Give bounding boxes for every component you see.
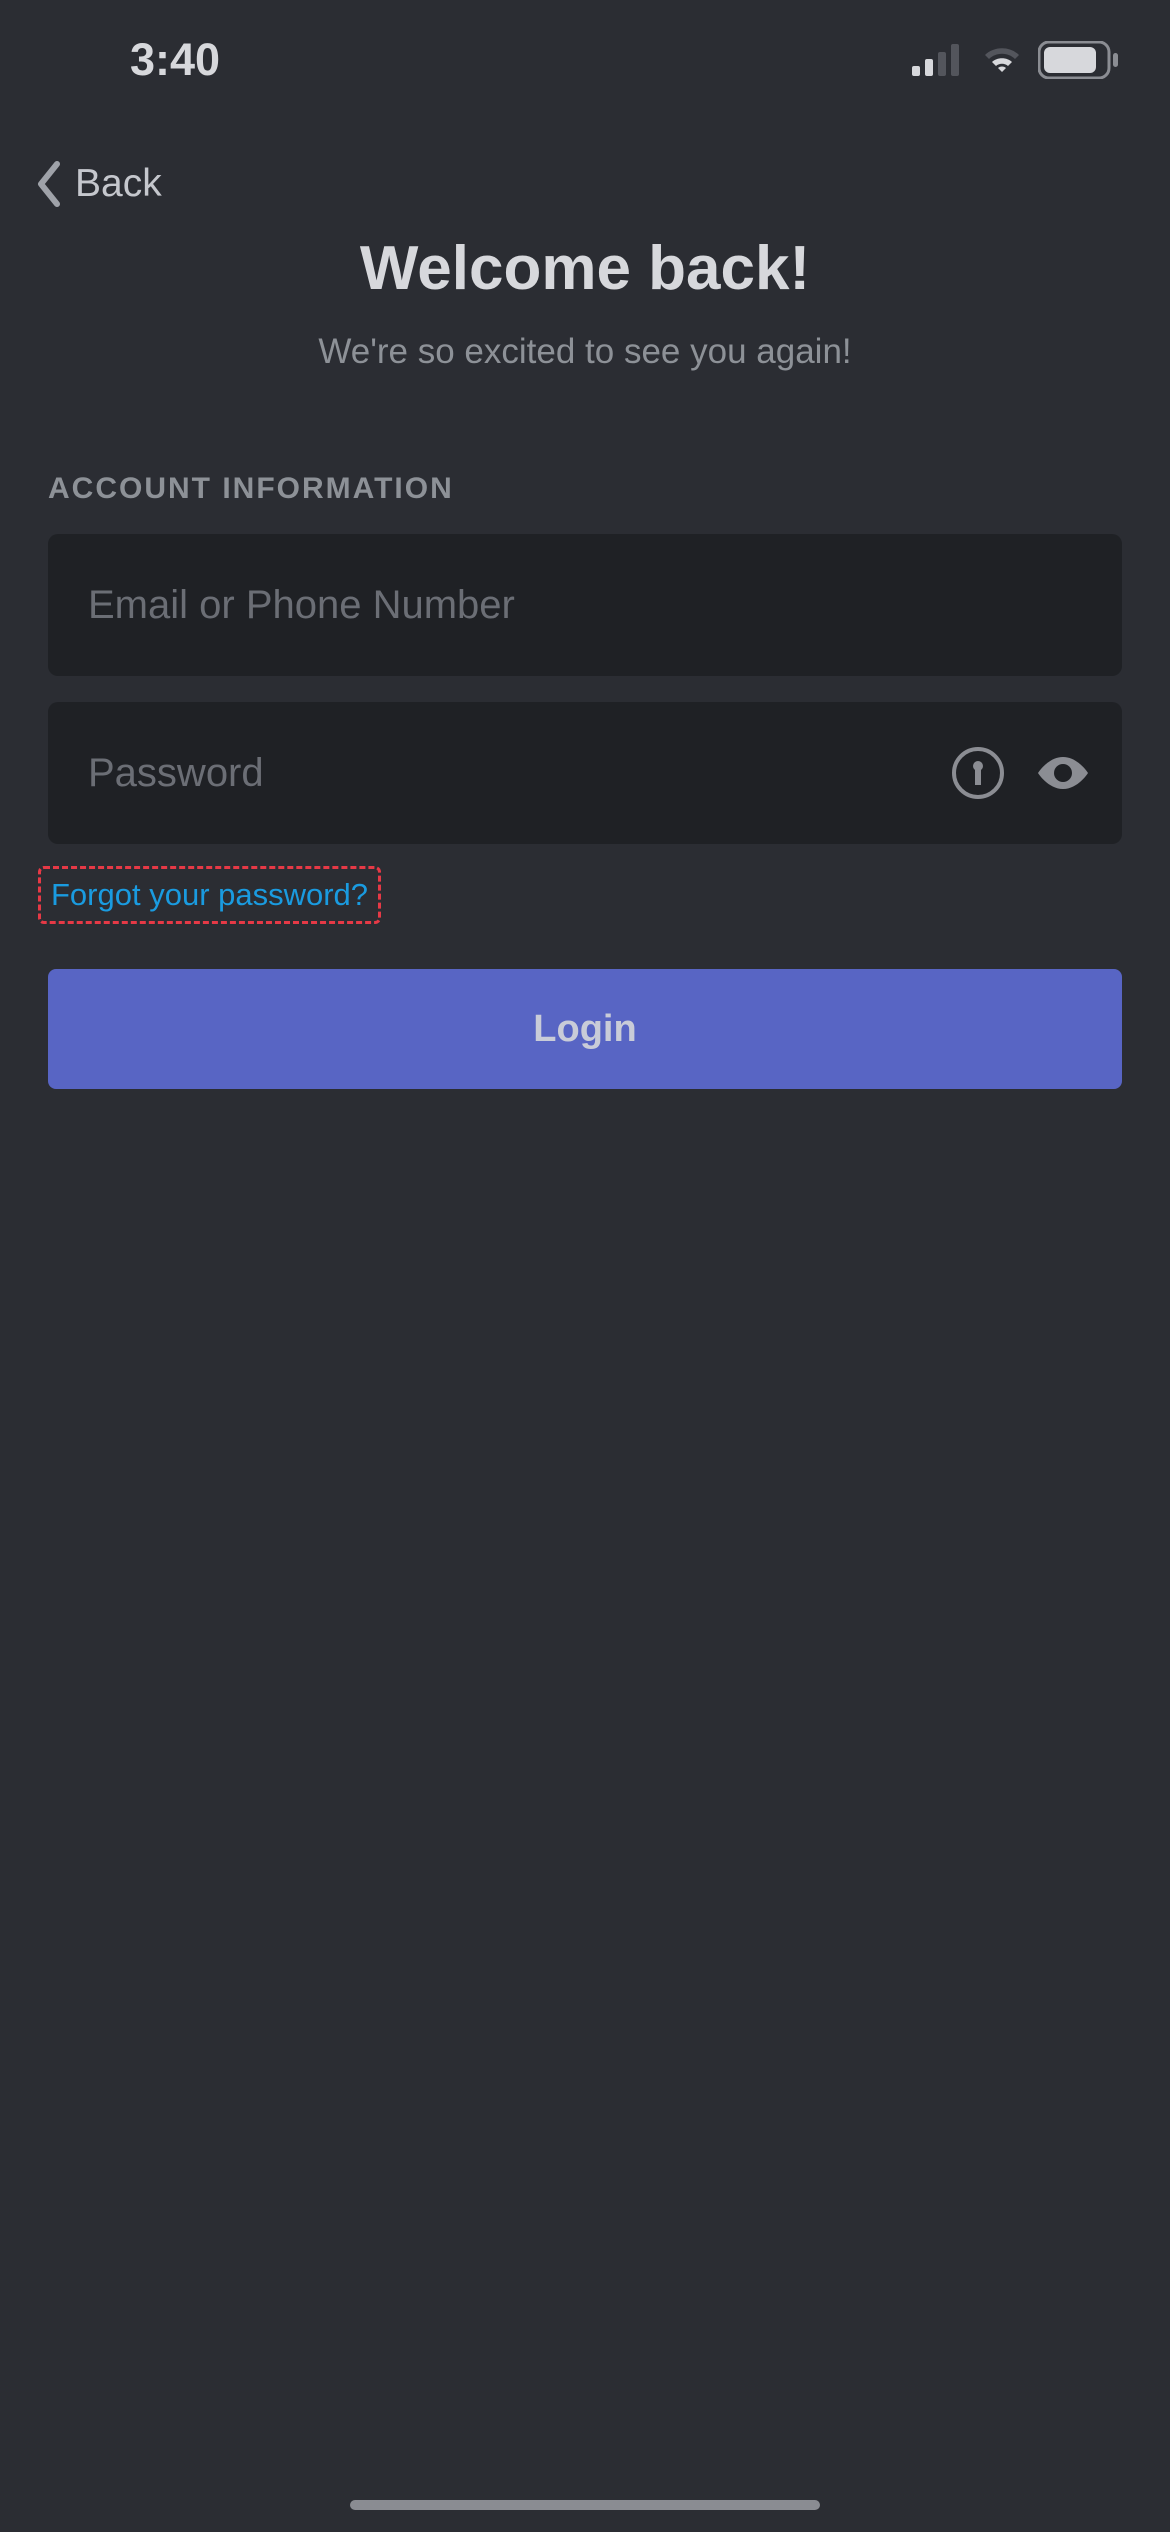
chevron-left-icon[interactable] <box>35 160 63 208</box>
status-time: 3:40 <box>130 34 220 86</box>
password-wrapper <box>48 702 1122 844</box>
status-bar: 3:40 <box>0 0 1170 110</box>
password-key-icon[interactable] <box>952 747 1004 799</box>
home-indicator[interactable] <box>350 2500 820 2510</box>
password-input-icons <box>952 747 1092 799</box>
wifi-icon <box>980 44 1024 76</box>
header-section: Welcome back! We're so excited to see yo… <box>0 228 1170 422</box>
page-subtitle: We're so excited to see you again! <box>40 332 1130 372</box>
nav-bar: Back <box>0 110 1170 228</box>
login-form: ACCOUNT INFORMATION Forgot your password… <box>0 422 1170 1089</box>
back-button-label[interactable]: Back <box>75 162 162 206</box>
eye-icon[interactable] <box>1034 753 1092 793</box>
form-section-label: ACCOUNT INFORMATION <box>48 472 1122 506</box>
email-field[interactable] <box>48 534 1122 676</box>
forgot-password-link[interactable]: Forgot your password? <box>38 866 381 924</box>
page-title: Welcome back! <box>40 233 1130 304</box>
battery-icon <box>1038 41 1120 79</box>
cellular-signal-icon <box>912 44 966 76</box>
login-button[interactable]: Login <box>48 969 1122 1089</box>
status-icons <box>912 41 1120 79</box>
